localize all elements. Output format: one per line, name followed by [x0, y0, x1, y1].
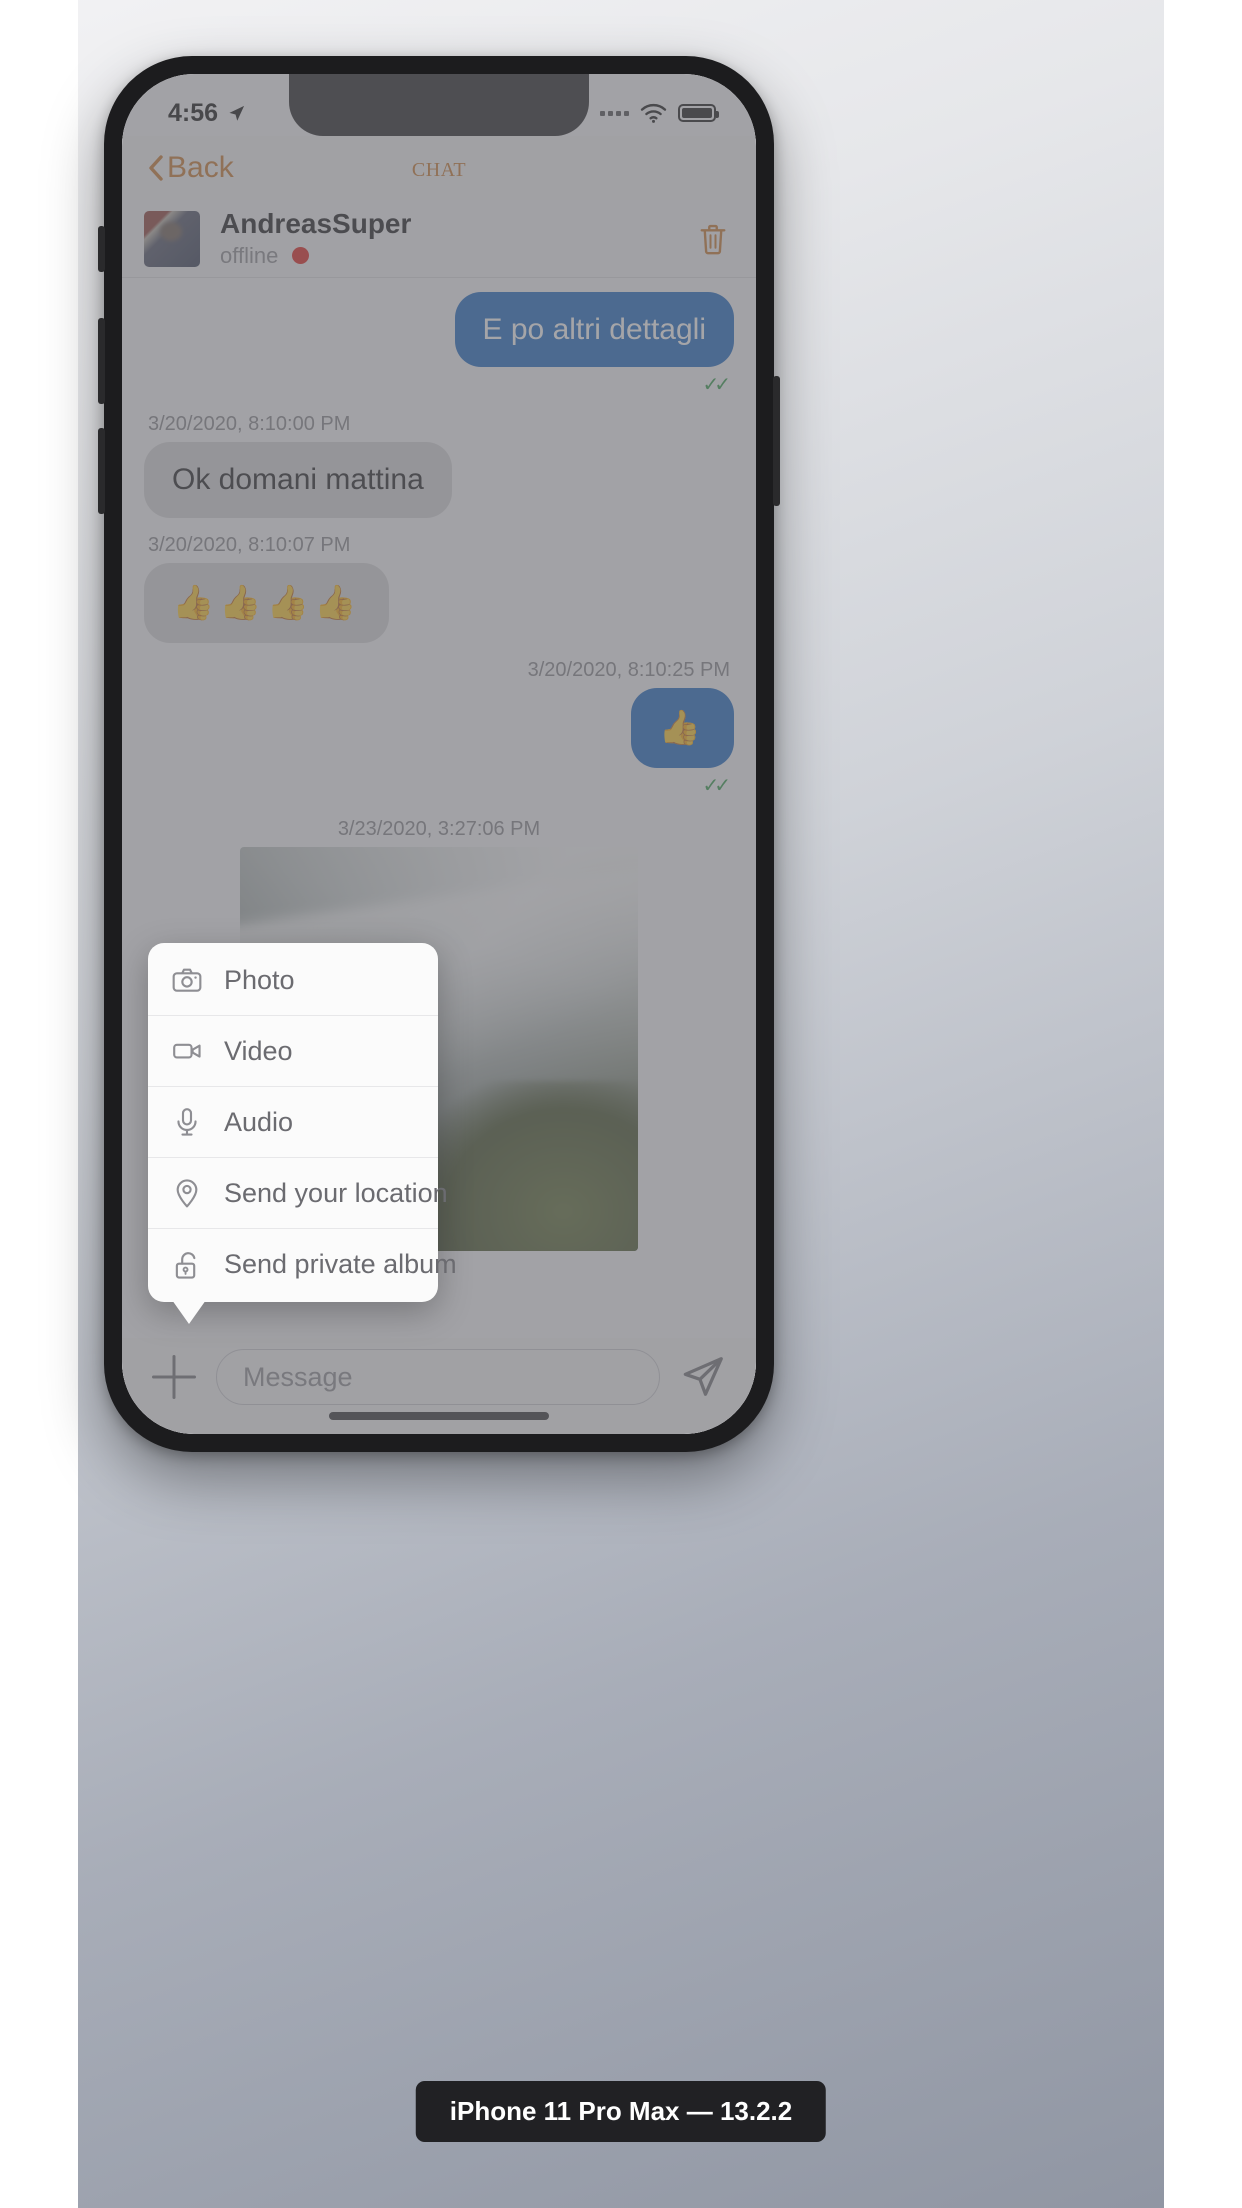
camera-icon [170, 963, 204, 997]
microphone-icon [170, 1105, 204, 1139]
menu-item-send-private-album[interactable]: Send private album [148, 1229, 457, 1300]
attachment-menu: Photo Video Audio Send your location Sen… [148, 943, 457, 1324]
menu-item-label: Send your location [224, 1177, 448, 1208]
menu-item-photo[interactable]: Photo [148, 945, 438, 1016]
menu-item-label: Photo [224, 964, 295, 995]
menu-item-label: Video [224, 1035, 293, 1066]
power-button[interactable] [773, 376, 780, 506]
menu-item-audio[interactable]: Audio [148, 1087, 438, 1158]
volume-down-button[interactable] [98, 428, 105, 514]
location-pin-icon [170, 1176, 204, 1210]
page-gutter-right [1164, 0, 1242, 2208]
volume-up-button[interactable] [98, 318, 105, 404]
menu-item-video[interactable]: Video [148, 1016, 438, 1087]
device-frame: Back CHAT AndreasSuper offline [98, 56, 780, 1452]
video-camera-icon [170, 1034, 204, 1068]
menu-item-send-location[interactable]: Send your location [148, 1158, 448, 1229]
device-caption: iPhone 11 Pro Max — 13.2.2 [415, 2081, 827, 2142]
page-gutter-left [0, 0, 78, 2208]
device-screen: Back CHAT AndreasSuper offline [122, 74, 756, 1434]
menu-item-label: Audio [224, 1106, 294, 1137]
silent-switch[interactable] [98, 226, 105, 272]
menu-item-label: Send private album [224, 1249, 457, 1279]
unlocked-padlock-icon [170, 1248, 204, 1282]
